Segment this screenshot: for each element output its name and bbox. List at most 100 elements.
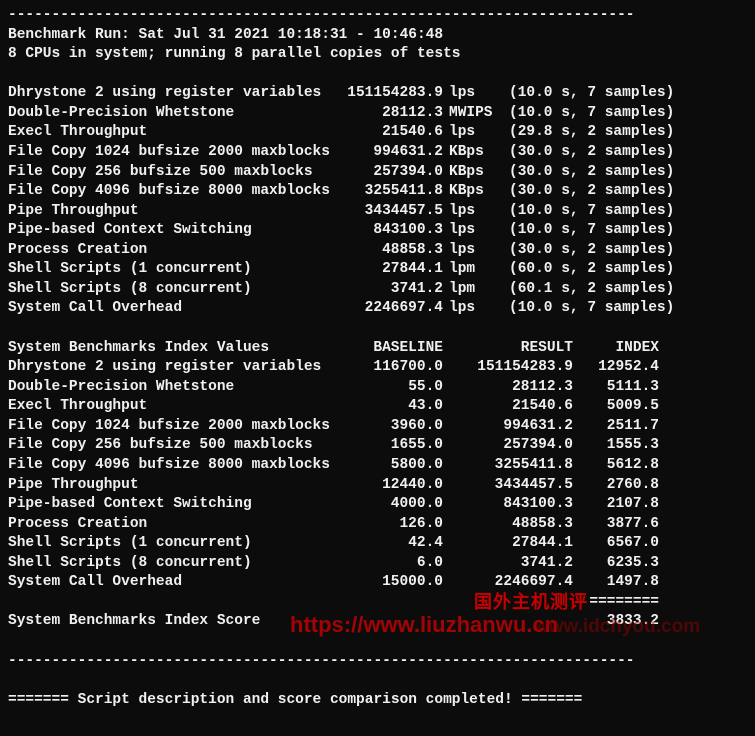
- index-index: 5612.8: [573, 456, 659, 476]
- footer-completed-line: ======= Script description and score com…: [8, 691, 747, 711]
- test-name: Double-Precision Whetstone: [8, 104, 333, 124]
- test-unit: lps: [443, 221, 499, 241]
- test-detail: (30.0 s, 2 samples): [499, 143, 747, 163]
- index-result: 843100.3: [443, 495, 573, 515]
- index-row: System Call Overhead15000.02246697.41497…: [8, 573, 747, 593]
- index-result: 48858.3: [443, 515, 573, 535]
- index-baseline: 42.4: [343, 534, 443, 554]
- test-row: Pipe-based Context Switching843100.3lps(…: [8, 221, 747, 241]
- index-name: Pipe Throughput: [8, 476, 343, 496]
- index-index: 5111.3: [573, 378, 659, 398]
- test-name: Pipe Throughput: [8, 202, 333, 222]
- score-row: System Benchmarks Index Score 3833.2: [8, 612, 747, 632]
- blank-line: [8, 319, 747, 339]
- index-baseline: 3960.0: [343, 417, 443, 437]
- index-row: Shell Scripts (1 concurrent)42.427844.16…: [8, 534, 747, 554]
- test-value: 27844.1: [333, 260, 443, 280]
- test-name: Execl Throughput: [8, 123, 333, 143]
- index-name: Pipe-based Context Switching: [8, 495, 343, 515]
- test-unit: lpm: [443, 260, 499, 280]
- index-header-row: System Benchmarks Index Values BASELINE …: [8, 339, 747, 359]
- test-unit: KBps: [443, 163, 499, 183]
- test-detail: (10.0 s, 7 samples): [499, 104, 747, 124]
- test-value: 151154283.9: [333, 84, 443, 104]
- test-value: 257394.0: [333, 163, 443, 183]
- index-index: 1555.3: [573, 436, 659, 456]
- test-row: System Call Overhead2246697.4lps(10.0 s,…: [8, 299, 747, 319]
- test-name: File Copy 1024 bufsize 2000 maxblocks: [8, 143, 333, 163]
- test-detail: (60.0 s, 2 samples): [499, 260, 747, 280]
- test-value: 48858.3: [333, 241, 443, 261]
- test-detail: (60.1 s, 2 samples): [499, 280, 747, 300]
- test-value: 28112.3: [333, 104, 443, 124]
- index-baseline: 6.0: [343, 554, 443, 574]
- index-row: Shell Scripts (8 concurrent)6.03741.2623…: [8, 554, 747, 574]
- cpu-info-line: 8 CPUs in system; running 8 parallel cop…: [8, 45, 747, 65]
- index-name: File Copy 256 bufsize 500 maxblocks: [8, 436, 343, 456]
- index-name: Dhrystone 2 using register variables: [8, 358, 343, 378]
- index-row: Dhrystone 2 using register variables1167…: [8, 358, 747, 378]
- test-value: 3434457.5: [333, 202, 443, 222]
- index-baseline: 12440.0: [343, 476, 443, 496]
- test-unit: lps: [443, 84, 499, 104]
- test-unit: lps: [443, 241, 499, 261]
- score-underline-row: ========: [8, 593, 747, 613]
- index-header-result: RESULT: [443, 339, 573, 359]
- test-name: Process Creation: [8, 241, 333, 261]
- index-index: 2760.8: [573, 476, 659, 496]
- index-row: File Copy 256 bufsize 500 maxblocks1655.…: [8, 436, 747, 456]
- index-result: 994631.2: [443, 417, 573, 437]
- index-name: Execl Throughput: [8, 397, 343, 417]
- index-row: Double-Precision Whetstone55.028112.3511…: [8, 378, 747, 398]
- index-row: Process Creation126.048858.33877.6: [8, 515, 747, 535]
- index-result: 21540.6: [443, 397, 573, 417]
- index-result: 28112.3: [443, 378, 573, 398]
- test-row: Pipe Throughput3434457.5lps(10.0 s, 7 sa…: [8, 202, 747, 222]
- test-name: File Copy 256 bufsize 500 maxblocks: [8, 163, 333, 183]
- test-detail: (30.0 s, 2 samples): [499, 182, 747, 202]
- index-row: Pipe-based Context Switching4000.0843100…: [8, 495, 747, 515]
- index-baseline: 4000.0: [343, 495, 443, 515]
- test-unit: lps: [443, 123, 499, 143]
- index-header-index: INDEX: [573, 339, 659, 359]
- score-label: System Benchmarks Index Score: [8, 612, 343, 632]
- index-result: 257394.0: [443, 436, 573, 456]
- divider-top: ----------------------------------------…: [8, 6, 747, 26]
- index-index: 5009.5: [573, 397, 659, 417]
- blank-line: [8, 632, 747, 652]
- test-value: 994631.2: [333, 143, 443, 163]
- index-result: 151154283.9: [443, 358, 573, 378]
- index-result: 3741.2: [443, 554, 573, 574]
- index-baseline: 43.0: [343, 397, 443, 417]
- test-row: Shell Scripts (1 concurrent)27844.1lpm(6…: [8, 260, 747, 280]
- index-baseline: 15000.0: [343, 573, 443, 593]
- index-baseline: 126.0: [343, 515, 443, 535]
- index-name: Shell Scripts (8 concurrent): [8, 554, 343, 574]
- index-result: 3255411.8: [443, 456, 573, 476]
- test-row: Dhrystone 2 using register variables1511…: [8, 84, 747, 104]
- score-underline: ========: [573, 593, 659, 613]
- test-unit: KBps: [443, 182, 499, 202]
- test-detail: (30.0 s, 2 samples): [499, 241, 747, 261]
- test-name: System Call Overhead: [8, 299, 333, 319]
- test-unit: MWIPS: [443, 104, 499, 124]
- benchmark-run-line: Benchmark Run: Sat Jul 31 2021 10:18:31 …: [8, 26, 747, 46]
- index-name: Shell Scripts (1 concurrent): [8, 534, 343, 554]
- index-index: 1497.8: [573, 573, 659, 593]
- index-index: 12952.4: [573, 358, 659, 378]
- test-unit: lps: [443, 299, 499, 319]
- index-index: 2511.7: [573, 417, 659, 437]
- test-detail: (10.0 s, 7 samples): [499, 84, 747, 104]
- terminal-output: ----------------------------------------…: [0, 0, 755, 736]
- test-unit: KBps: [443, 143, 499, 163]
- index-baseline: 55.0: [343, 378, 443, 398]
- tests-block: Dhrystone 2 using register variables1511…: [8, 84, 747, 319]
- index-index: 2107.8: [573, 495, 659, 515]
- test-detail: (10.0 s, 7 samples): [499, 299, 747, 319]
- index-name: Double-Precision Whetstone: [8, 378, 343, 398]
- test-detail: (10.0 s, 7 samples): [499, 221, 747, 241]
- index-baseline: 5800.0: [343, 456, 443, 476]
- index-name: File Copy 4096 bufsize 8000 maxblocks: [8, 456, 343, 476]
- test-value: 843100.3: [333, 221, 443, 241]
- index-index: 3877.6: [573, 515, 659, 535]
